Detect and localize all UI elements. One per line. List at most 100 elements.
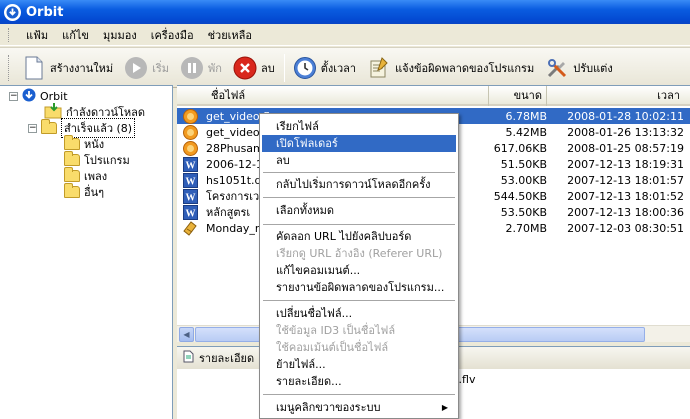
word-document-icon: W	[182, 172, 198, 188]
delete-button[interactable]: ลบ	[228, 50, 279, 86]
svg-text:W: W	[185, 176, 195, 187]
svg-text:W: W	[185, 208, 195, 219]
cm-separator	[263, 394, 455, 395]
video-file-icon	[182, 124, 198, 140]
clock-icon	[292, 55, 318, 81]
file-size: 6.78MB	[505, 109, 547, 123]
tree-item-others[interactable]: อื่นๆ	[64, 183, 104, 200]
cm-separator	[263, 172, 455, 173]
column-size[interactable]: ขนาด	[489, 86, 547, 106]
pause-button[interactable]: พัก	[175, 50, 226, 86]
folder-icon	[64, 151, 80, 166]
cm-separator	[263, 224, 455, 225]
cm-system-menu-label: เมนูคลิกขวาของระบบ	[276, 401, 381, 414]
submenu-arrow-icon: ▶	[441, 403, 448, 412]
menu-bar: แฟ้ม แก้ไข มุมมอง เครื่องมือ ช่วยเหลือ	[0, 24, 690, 46]
delete-label: ลบ	[260, 61, 275, 75]
file-time: 2007-12-13 18:00:36	[567, 205, 684, 219]
report-bug-label: แจ้งข้อผิดพลาดของโปรแกรม	[395, 61, 535, 75]
cm-delete[interactable]: ลบ	[262, 152, 456, 169]
cm-report-bug[interactable]: รายงานข้อผิดพลาดของโปรแกรม...	[262, 279, 456, 296]
tree-root-label: Orbit	[40, 89, 68, 103]
start-button[interactable]: เริ่ม	[119, 50, 173, 86]
file-size: 617.06KB	[493, 141, 547, 155]
title-bar: Orbit	[0, 0, 690, 24]
file-size: 5.42MB	[505, 125, 547, 139]
file-time: 2007-12-03 08:30:51	[567, 221, 684, 235]
menu-grip	[8, 27, 11, 42]
toolbar: สร้างงานใหม่ เริ่ม พัก ลบ ตั้งเวลา แจ้งข…	[0, 47, 690, 88]
file-size: 544.50KB	[493, 189, 547, 203]
menu-edit[interactable]: แก้ไข	[55, 26, 96, 44]
file-time: 2008-01-26 13:13:32	[567, 125, 684, 139]
schedule-button[interactable]: ตั้งเวลา	[288, 50, 360, 86]
folder-icon	[64, 167, 80, 182]
archive-file-icon	[182, 220, 198, 236]
new-task-button[interactable]: สร้างงานใหม่	[17, 50, 117, 86]
file-size: 53.00KB	[500, 173, 547, 187]
scroll-left-icon[interactable]: ◀	[179, 327, 194, 342]
details-tab-icon	[183, 350, 194, 366]
svg-text:W: W	[185, 192, 195, 203]
cm-rename-file[interactable]: เปลี่ยนชื่อไฟล์...	[262, 305, 456, 322]
completed-count: (8)	[116, 122, 133, 135]
pause-label: พัก	[208, 61, 222, 75]
file-name: หลักสูตรเ	[206, 206, 251, 219]
tree-item-programs[interactable]: โปรแกรม	[64, 151, 130, 168]
play-icon	[123, 55, 149, 81]
cm-system-menu[interactable]: เมนูคลิกขวาของระบบ ▶	[262, 399, 456, 416]
file-size: 2.70MB	[505, 221, 547, 235]
delete-icon	[232, 55, 258, 81]
column-name[interactable]: ชื่อไฟล์	[177, 86, 489, 106]
menu-view[interactable]: มุมมอง	[96, 26, 144, 44]
cm-move-file[interactable]: ย้ายไฟล์...	[262, 356, 456, 373]
new-task-label: สร้างงานใหม่	[50, 61, 114, 75]
collapse-icon[interactable]: −	[9, 91, 18, 101]
video-file-icon	[182, 108, 198, 124]
settings-button[interactable]: ปรับแต่ง	[540, 50, 616, 86]
tools-icon	[544, 55, 570, 81]
tree-item-movies[interactable]: หนัง	[64, 135, 104, 152]
word-document-icon: W	[182, 156, 198, 172]
details-tab-label[interactable]: รายละเอียด	[199, 349, 254, 367]
schedule-label: ตั้งเวลา	[320, 61, 357, 75]
cm-comment-rename: ใช้คอมเม้นต์เป็นชื่อไฟล์	[276, 341, 389, 354]
file-size: 51.50KB	[500, 157, 547, 171]
cm-separator	[263, 197, 455, 198]
cm-edit-comment[interactable]: แก้ไขคอมเมนต์...	[262, 262, 456, 279]
cm-id3-rename: ใช้ข้อมูล ID3 เป็นชื่อไฟล์	[276, 324, 396, 337]
tree-item-music[interactable]: เพลง	[64, 167, 107, 184]
open-folder-icon	[41, 119, 57, 134]
report-icon	[366, 55, 392, 81]
file-time: 2008-01-25 08:57:19	[567, 141, 684, 155]
start-label: เริ่ม	[152, 61, 170, 75]
file-size: 53.50KB	[500, 205, 547, 219]
file-time: 2007-12-13 18:01:52	[567, 189, 684, 203]
word-document-icon: W	[182, 204, 198, 220]
collapse-icon[interactable]: −	[28, 123, 37, 133]
folder-icon	[64, 135, 80, 150]
menu-file[interactable]: แฟ้ม	[19, 26, 55, 44]
column-time[interactable]: เวลา	[547, 86, 688, 106]
file-name: Monday_m	[206, 221, 266, 235]
cm-open-file[interactable]: เรียกไฟล์	[262, 118, 456, 135]
cm-details[interactable]: รายละเอียด...	[262, 373, 456, 390]
svg-text:W: W	[185, 160, 195, 171]
file-name: 2006-12-1	[206, 157, 263, 171]
pause-icon	[179, 55, 205, 81]
file-name: get_video	[206, 125, 260, 139]
category-tree: − Orbit กำลังดาวน์โหลด − สำเร็จแล้ว (8) …	[0, 85, 173, 419]
report-bug-button[interactable]: แจ้งข้อผิดพลาดของโปรแกรม	[362, 50, 538, 86]
new-document-icon	[21, 55, 47, 81]
folder-icon	[64, 183, 80, 198]
cm-copy-url[interactable]: คัดลอก URL ไปยังคลิปบอร์ด	[262, 228, 456, 245]
cm-select-all[interactable]: เลือกทั้งหมด	[262, 202, 456, 219]
video-file-icon	[182, 140, 198, 156]
menu-tools[interactable]: เครื่องมือ	[144, 26, 201, 44]
tree-item-completed[interactable]: − สำเร็จแล้ว (8)	[28, 118, 136, 138]
cm-restart-download[interactable]: กลับไปเริ่มการดาวน์โหลดอีกครั้ง	[262, 176, 456, 193]
cm-open-folder[interactable]: เปิดโฟลเดอร์	[262, 135, 456, 152]
settings-label: ปรับแต่ง	[573, 61, 613, 75]
menu-help[interactable]: ช่วยเหลือ	[201, 26, 259, 44]
file-time: 2008-01-28 10:02:11	[567, 109, 684, 123]
